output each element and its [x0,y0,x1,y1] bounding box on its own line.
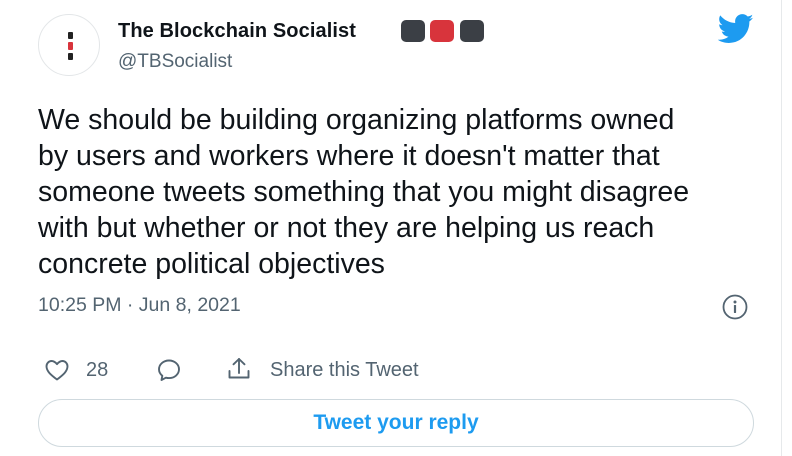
avatar-bar-top [68,32,73,39]
flag-emoji-black-icon [460,20,484,42]
share-upload-icon[interactable] [226,356,252,382]
info-circle-icon[interactable] [722,294,748,320]
tweet-timestamp[interactable]: 10:25 PM · Jun 8, 2021 [38,294,241,317]
author-handle[interactable]: @TBSocialist [118,51,232,73]
flag-emoji-black-icon [401,20,425,42]
share-tweet-button[interactable]: Share this Tweet [270,359,419,382]
tweet-actions: 28 Share this Tweet [0,352,792,388]
tweet-your-reply-button[interactable]: Tweet your reply [38,399,754,447]
author-display-name[interactable]: The Blockchain Socialist [118,20,356,43]
reply-bubble-icon[interactable] [156,357,182,383]
avatar-bar-middle [68,42,73,50]
heart-icon[interactable] [44,357,70,383]
like-count[interactable]: 28 [86,359,108,382]
twitter-bird-icon[interactable] [718,14,754,44]
flag-emoji-red-icon [430,20,454,42]
tweet-text: We should be building organizing platfor… [38,104,690,280]
avatar-bar-bottom [68,53,73,60]
avatar[interactable] [38,14,100,76]
tweet-card: The Blockchain Socialist @TBSocialist We… [0,0,792,456]
